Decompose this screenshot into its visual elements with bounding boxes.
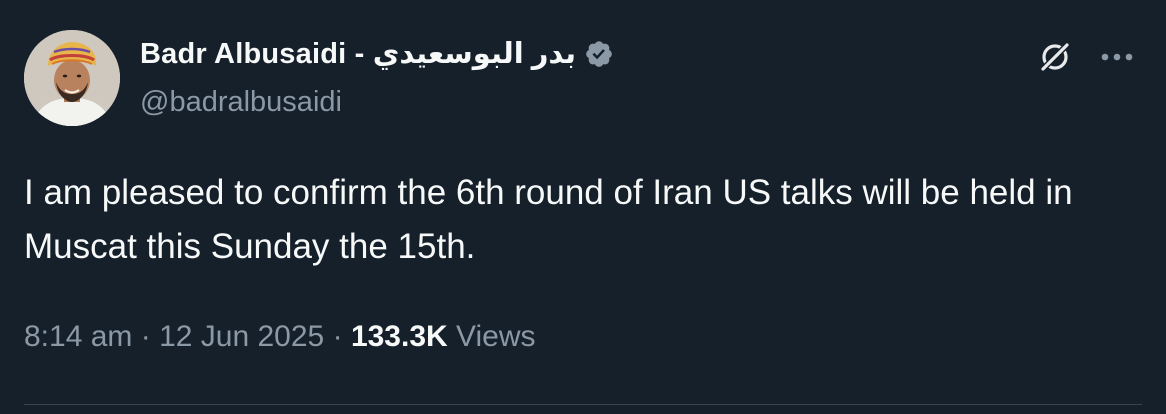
avatar[interactable] [24,30,120,126]
post-meta: 8:14 am · 12 Jun 2025 · 133.3K Views [24,320,536,354]
post-actions-top [1036,38,1136,76]
meta-separator: · [332,320,343,353]
author-handle[interactable]: @badralbusaidi [140,86,342,119]
verified-badge-icon [584,39,614,69]
views-label: Views [456,320,536,353]
grok-icon[interactable] [1036,38,1074,76]
more-icon[interactable] [1098,38,1136,76]
post-text: I am pleased to confirm the 6th round of… [24,173,1073,266]
post-date[interactable]: 12 Jun 2025 [159,320,324,353]
author-name-row: Badr Albusaidi - بدر البوسعيدي [140,36,614,71]
divider [24,404,1142,405]
tweet-card: Badr Albusaidi - بدر البوسعيدي @badralbu… [0,0,1166,414]
author-display-name[interactable]: Badr Albusaidi - بدر البوسعيدي [140,36,576,71]
meta-separator: · [140,320,151,353]
avatar-image [24,30,120,126]
post-time[interactable]: 8:14 am [24,320,132,353]
views-count[interactable]: 133.3K [351,320,448,353]
